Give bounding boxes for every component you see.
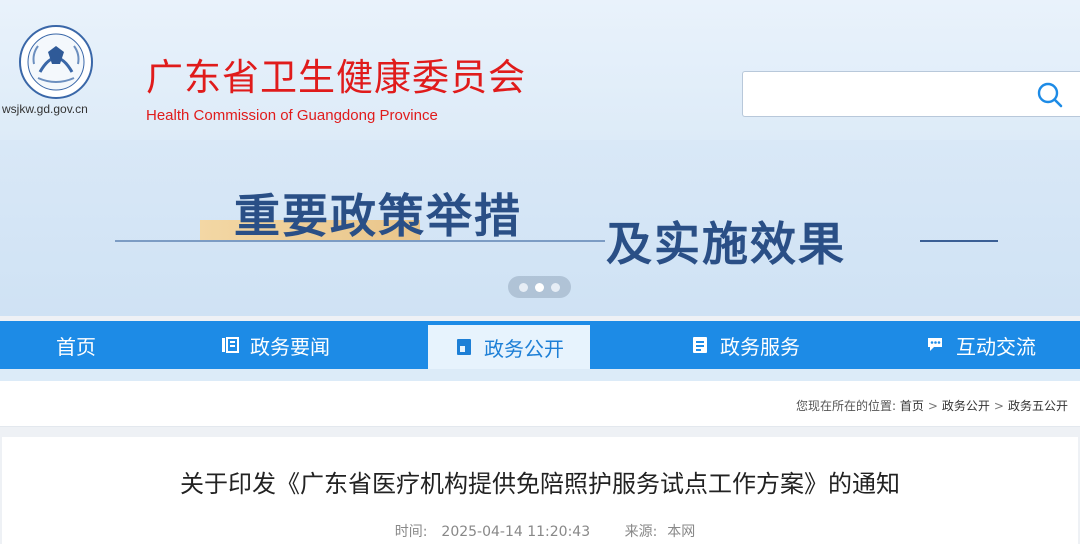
document-icon [693, 337, 707, 353]
breadcrumb-separator: > [993, 399, 1004, 413]
carousel-dot-1[interactable] [519, 282, 528, 292]
site-header: wsjkw.gd.gov.cn 广东省卫生健康委员会 Health Commis… [0, 0, 1080, 140]
time-value: 2025-04-14 11:20:43 [441, 524, 591, 540]
article-time: 时间: 2025-04-14 11:20:43 [385, 524, 590, 540]
breadcrumb-current[interactable]: 政务五公开 [1008, 399, 1068, 413]
nav-item-services[interactable]: 政务服务 [660, 321, 830, 369]
article-panel: 关于印发《广东省医疗机构提供免陪照护服务试点工作方案》的通知 时间: 2025-0… [2, 437, 1078, 544]
nav-item-label: 政务服务 [720, 334, 800, 359]
nav-item-interaction[interactable]: 互动交流 [896, 321, 1066, 369]
breadcrumb: 您现在所在的位置: 首页 > 政务公开 > 政务五公开 [796, 397, 1068, 414]
banner-headline: 重要政策举措 [234, 189, 522, 243]
news-list-icon [222, 337, 239, 353]
nav-item-label: 首页 [56, 334, 96, 359]
banner-subheadline: 及实施效果 [606, 217, 846, 271]
carousel-dot-2[interactable] [535, 282, 544, 292]
breadcrumb-disclosure[interactable]: 政务公开 [942, 399, 990, 413]
time-label: 时间: [394, 524, 428, 540]
article-title: 关于印发《广东省医疗机构提供免陪照护服务试点工作方案》的通知 [180, 470, 900, 498]
search-box [742, 71, 1080, 117]
nav-item-disclosure[interactable]: 政务公开 [428, 325, 590, 369]
breadcrumb-home[interactable]: 首页 [900, 399, 924, 413]
nav-underline-strip [0, 369, 1080, 381]
breadcrumb-prefix: 您现在所在的位置: [795, 399, 896, 413]
nav-item-label: 政务要闻 [250, 334, 330, 359]
banner-divider-right [920, 240, 998, 242]
site-title[interactable]: 广东省卫生健康委员会 [146, 56, 526, 100]
carousel-indicator [508, 276, 571, 298]
source-value: 本网 [667, 524, 696, 540]
site-subtitle: Health Commission of Guangdong Province [146, 107, 438, 124]
article-source: 来源: 本网 [615, 524, 696, 540]
book-icon [457, 339, 471, 355]
site-domain: wsjkw.gd.gov.cn [2, 102, 88, 116]
nav-item-label: 互动交流 [956, 334, 1036, 359]
chat-icon [928, 338, 942, 351]
breadcrumb-separator: > [927, 399, 938, 413]
nav-item-news[interactable]: 政务要闻 [190, 321, 360, 369]
main-nav: 首页 政务要闻 政务公开 政务服务 互动交流 [0, 321, 1080, 369]
search-input[interactable] [751, 80, 1021, 108]
article-meta: 时间: 2025-04-14 11:20:43 来源: 本网 [2, 521, 1078, 541]
nav-item-label: 政务公开 [484, 336, 564, 361]
hero-banner[interactable]: 重要政策举措 及实施效果 [0, 140, 1080, 316]
carousel-dot-3[interactable] [551, 282, 560, 292]
search-icon[interactable] [1036, 81, 1064, 109]
source-label: 来源: [624, 524, 658, 540]
commission-emblem-icon[interactable] [18, 24, 94, 100]
nav-item-home[interactable]: 首页 [0, 321, 152, 369]
breadcrumb-bar: 您现在所在的位置: 首页 > 政务公开 > 政务五公开 [0, 381, 1080, 427]
